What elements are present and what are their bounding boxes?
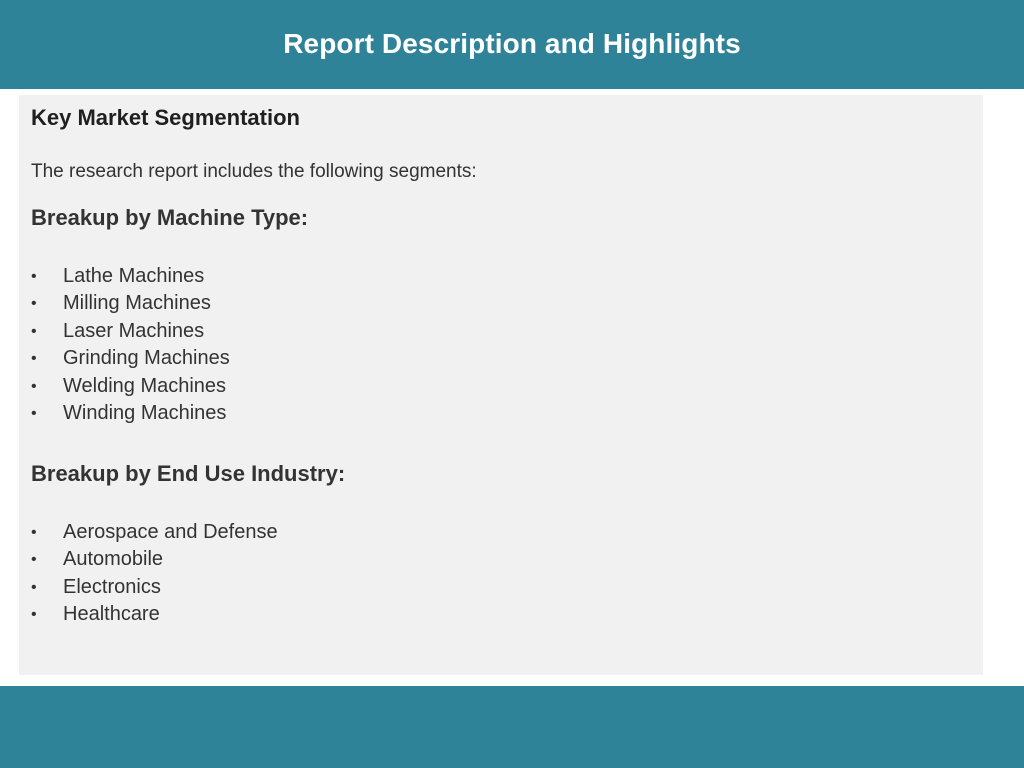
bullet-icon: • <box>31 524 37 541</box>
list-item-label: Electronics <box>63 575 161 598</box>
list-item: • Grinding Machines <box>31 345 230 372</box>
list-item-label: Milling Machines <box>63 292 211 315</box>
bullet-icon: • <box>31 322 37 340</box>
bullet-icon: • <box>31 404 37 422</box>
list-item: • Milling Machines <box>31 290 230 317</box>
list-item: • Winding Machines <box>31 400 230 427</box>
list-item: • Aerospace and Defense <box>31 519 278 546</box>
end-use-industry-list: • Aerospace and Defense • Automobile • Elec… <box>31 519 278 629</box>
list-item: • Automobile <box>31 546 278 573</box>
intro-text: The research report includes the followi… <box>31 161 477 182</box>
content-panel: Key Market Segmentation The research rep… <box>19 95 983 675</box>
bullet-icon: • <box>31 350 37 368</box>
page-title: Report Description and Highlights <box>283 27 741 59</box>
list-item: • Welding Machines <box>31 373 230 400</box>
bullet-icon: • <box>31 295 37 313</box>
group-title-end-use-industry: Breakup by End Use Industry: <box>31 461 346 486</box>
bullet-icon: • <box>31 268 37 285</box>
bullet-icon: • <box>31 578 37 596</box>
list-item-label: Welding Machines <box>63 374 227 397</box>
list-item-label: Aerospace and Defense <box>63 521 278 543</box>
header-banner: Report Description and Highlights <box>0 0 1024 89</box>
section-title: Key Market Segmentation <box>31 105 300 130</box>
list-item-label: Automobile <box>63 548 164 571</box>
list-item: • Healthcare <box>31 601 278 628</box>
list-item: • Electronics <box>31 574 278 601</box>
list-item-label: Laser Machines <box>63 319 205 342</box>
list-item-label: Grinding Machines <box>63 347 230 370</box>
bullet-icon: • <box>31 377 37 395</box>
list-item-label: Lathe Machines <box>63 265 205 287</box>
bullet-icon: • <box>31 606 37 624</box>
list-item: • Laser Machines <box>31 318 230 345</box>
list-item: • Lathe Machines <box>31 263 230 290</box>
list-item-label: Winding Machines <box>63 401 227 424</box>
footer-banner <box>0 686 1024 768</box>
list-item-label: Healthcare <box>63 603 160 626</box>
bullet-icon: • <box>31 551 37 569</box>
group-title-machine-type: Breakup by Machine Type: <box>31 205 309 230</box>
machine-type-list: • Lathe Machines • Milling Machines • Laser… <box>31 263 230 427</box>
